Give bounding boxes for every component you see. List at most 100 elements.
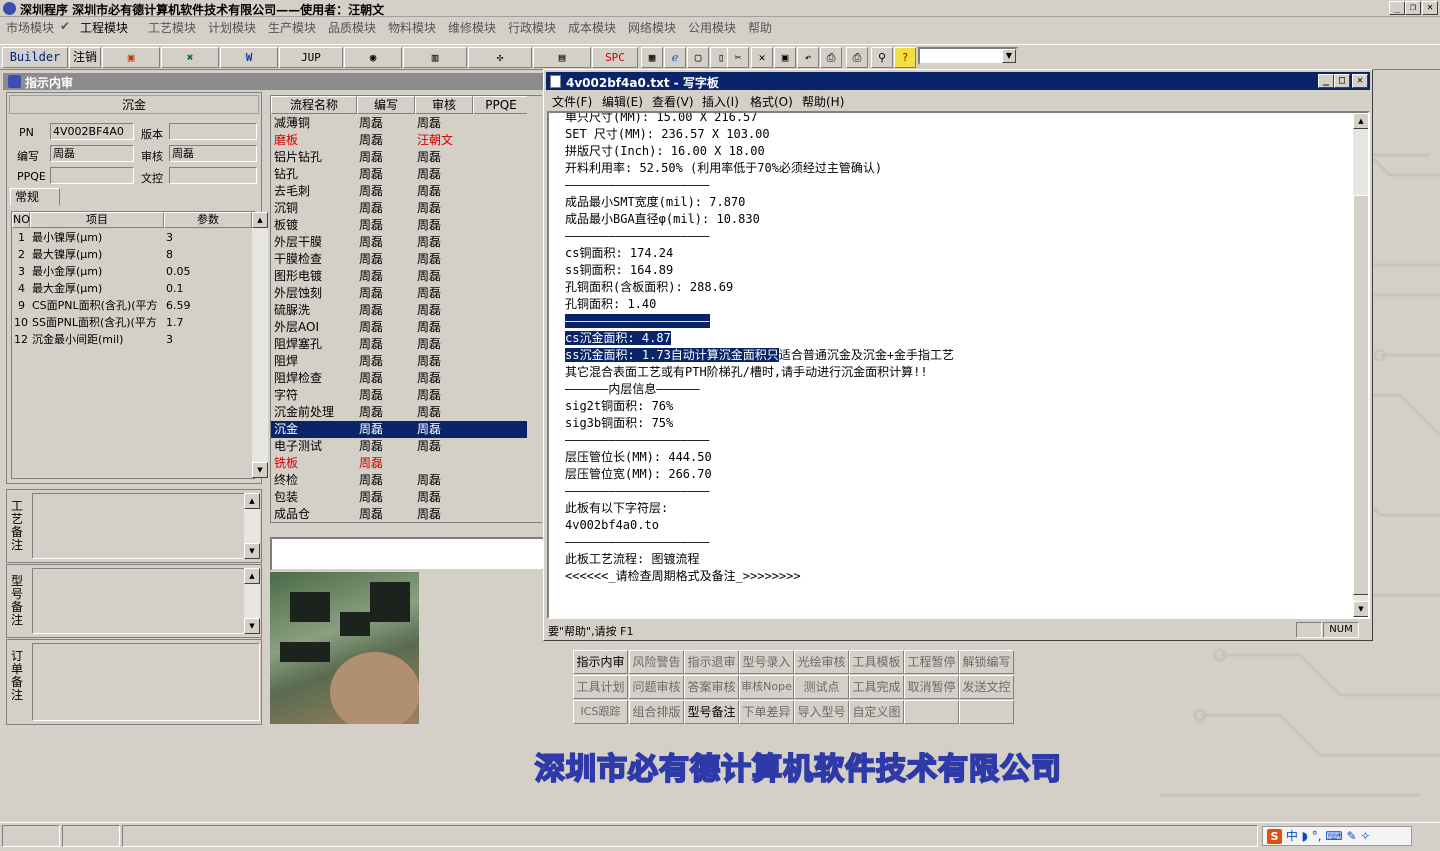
table-row[interactable]: 外层蚀刻 周磊 周磊: [271, 285, 541, 302]
menu-cost[interactable]: 成本模块: [568, 19, 616, 36]
memo-input[interactable]: [270, 537, 545, 571]
btn-custom-chart[interactable]: 自定义图: [849, 700, 904, 724]
btn-photo-audit[interactable]: 光绘审核: [794, 650, 849, 674]
table-row[interactable]: 包装 周磊 周磊: [271, 489, 541, 506]
database-icon[interactable]: ▥: [403, 47, 467, 68]
table-row[interactable]: 沉铜 周磊 周磊: [271, 200, 541, 217]
builder-button[interactable]: Builder: [2, 47, 68, 68]
help-icon[interactable]: ?: [894, 47, 916, 68]
remark2-scrollbar[interactable]: ▲ ▼: [244, 568, 260, 634]
scroll-down-icon[interactable]: ▼: [252, 462, 268, 478]
menu-common[interactable]: 公用模块: [688, 19, 736, 36]
table-row[interactable]: 图形电镀 周磊 周磊: [271, 268, 541, 285]
remark1-scrollbar[interactable]: ▲ ▼: [244, 493, 260, 559]
wordpad-text[interactable]: 单只尺寸(MM): 15.00 X 216.57 SET 尺寸(MM): 236.…: [565, 113, 954, 585]
btn-tool-done[interactable]: 工具完成: [849, 675, 904, 699]
logout-button[interactable]: 注销: [69, 47, 101, 68]
btn-tool-template[interactable]: 工具模板: [849, 650, 904, 674]
btn-send-doc[interactable]: 发送文控: [959, 675, 1014, 699]
minimize-button[interactable]: _: [1389, 1, 1405, 15]
table-row[interactable]: 字符 周磊 周磊: [271, 387, 541, 404]
menu-help[interactable]: 帮助: [748, 19, 772, 36]
find-icon[interactable]: ⚲: [871, 47, 893, 68]
wenkong-field[interactable]: [169, 167, 257, 184]
auditor-field[interactable]: 周磊: [169, 145, 257, 162]
btn-tool-plan[interactable]: 工具计划: [573, 675, 628, 699]
computer-icon[interactable]: ▤: [533, 47, 591, 68]
col-header-no[interactable]: NO: [12, 212, 30, 228]
table-row[interactable]: 终检 周磊 周磊: [271, 472, 541, 489]
btn-import-model[interactable]: 导入型号: [794, 700, 849, 724]
col-header-writer[interactable]: 编写: [357, 96, 415, 114]
table-row[interactable]: 电子测试 周磊 周磊: [271, 438, 541, 455]
cut-icon[interactable]: ✂: [727, 47, 749, 68]
spc-button[interactable]: SPC: [592, 47, 638, 68]
ppqe-field[interactable]: [50, 167, 134, 184]
tab-general[interactable]: 常规: [10, 188, 60, 206]
col-header-process[interactable]: 流程名称: [271, 96, 357, 114]
btn-cancel-pause[interactable]: 取消暂停: [904, 675, 959, 699]
table-row[interactable]: 成品仓 周磊 周磊: [271, 506, 541, 523]
table-row[interactable]: 铣板 周磊: [271, 455, 541, 472]
table-row[interactable]: 减薄铜 周磊 周磊: [271, 115, 541, 132]
scroll-thumb[interactable]: [1353, 195, 1368, 595]
scroll-up-icon[interactable]: ▲: [244, 568, 260, 584]
version-field[interactable]: [169, 123, 257, 140]
wordpad-close-button[interactable]: ✕: [1352, 74, 1368, 88]
calculator-icon[interactable]: ▦: [641, 47, 663, 68]
btn-empty-2[interactable]: [959, 700, 1014, 724]
wp-menu-edit[interactable]: 编辑(E): [602, 93, 643, 110]
btn-internal-audit[interactable]: 指示内审: [573, 650, 628, 674]
wp-menu-view[interactable]: 查看(V): [652, 93, 694, 110]
table-row[interactable]: 9 CS面PNL面积(含孔)(平方 6.59: [12, 297, 252, 314]
wordpad-minimize-button[interactable]: _: [1318, 74, 1334, 88]
table-row[interactable]: 外层AOI 周磊 周磊: [271, 319, 541, 336]
table-row[interactable]: 铝片钻孔 周磊 周磊: [271, 149, 541, 166]
new-file-icon[interactable]: ▢: [687, 47, 709, 68]
btn-order-diff[interactable]: 下单差异: [739, 700, 794, 724]
wp-menu-help[interactable]: 帮助(H): [802, 93, 844, 110]
close-button[interactable]: ✕: [1422, 1, 1438, 15]
table-row[interactable]: 4 最大金厚(μm) 0.1: [12, 280, 252, 297]
wp-menu-format[interactable]: 格式(O): [750, 93, 793, 110]
model-remark-box[interactable]: [32, 568, 260, 634]
btn-model-remark[interactable]: 型号备注: [684, 700, 739, 724]
excel-icon[interactable]: ✖: [161, 47, 219, 68]
col-header-auditor[interactable]: 审核: [415, 96, 473, 114]
wordpad-editor[interactable]: 单只尺寸(MM): 15.00 X 216.57 SET 尺寸(MM): 236.…: [547, 111, 1370, 619]
scroll-down-icon[interactable]: ▼: [1353, 601, 1368, 617]
ie-icon[interactable]: ℯ: [664, 47, 686, 68]
table-row[interactable]: 阻焊 周磊 周磊: [271, 353, 541, 370]
btn-eng-pause[interactable]: 工程暂停: [904, 650, 959, 674]
btn-test-point[interactable]: 测试点: [794, 675, 849, 699]
col-header-item[interactable]: 项目: [30, 212, 164, 228]
table-row[interactable]: 板镀 周磊 周磊: [271, 217, 541, 234]
menu-production[interactable]: 生产模块: [268, 19, 316, 36]
menu-engineering[interactable]: 工程模块: [80, 19, 128, 36]
table-row[interactable]: 外层干膜 周磊 周磊: [271, 234, 541, 251]
table-row[interactable]: 12 沉金最小间距(mil) 3: [12, 331, 252, 348]
network-icon[interactable]: ✣: [468, 47, 532, 68]
btn-audit-nope[interactable]: 审核Nope: [739, 675, 794, 699]
pn-field[interactable]: 4V002BF4A0: [50, 123, 134, 140]
toolbar-combobox[interactable]: ▼: [918, 47, 1018, 65]
undo-icon[interactable]: ↶: [797, 47, 819, 68]
scroll-up-icon[interactable]: ▲: [252, 212, 268, 228]
scroll-up-icon[interactable]: ▲: [244, 493, 260, 509]
table-row[interactable]: 磨板 周磊 汪朝文: [271, 132, 541, 149]
scroll-up-icon[interactable]: ▲: [1353, 113, 1368, 129]
process-scrollbar[interactable]: [527, 96, 543, 522]
table-row[interactable]: 阻焊检查 周磊 周磊: [271, 370, 541, 387]
word-icon[interactable]: W: [220, 47, 278, 68]
delete-icon[interactable]: ✕: [751, 47, 773, 68]
btn-question-audit[interactable]: 问题审核: [629, 675, 684, 699]
table-row[interactable]: 10 SS面PNL面积(含孔)(平方 1.7: [12, 314, 252, 331]
table-row[interactable]: 沉金前处理 周磊 周磊: [271, 404, 541, 421]
menu-quality[interactable]: 品质模块: [328, 19, 376, 36]
scroll-down-icon[interactable]: ▼: [244, 618, 260, 634]
btn-combine-layout[interactable]: 组合排版: [629, 700, 684, 724]
table-row[interactable]: 去毛刺 周磊 周磊: [271, 183, 541, 200]
params-scrollbar[interactable]: ▲ ▼: [252, 212, 268, 478]
table-row[interactable]: 2 最大镍厚(μm) 8: [12, 246, 252, 263]
col-header-value[interactable]: 参数: [164, 212, 252, 228]
